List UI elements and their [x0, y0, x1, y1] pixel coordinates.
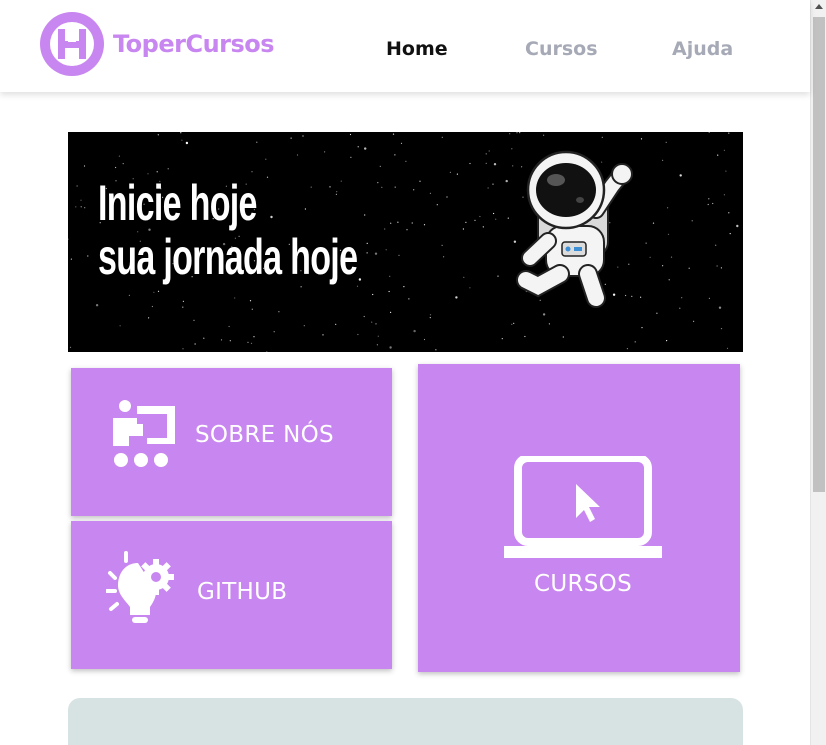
scrollbar-thumb[interactable]: [813, 17, 825, 492]
about-card-label: SOBRE NÓS: [195, 422, 334, 448]
astronaut-illustration: [516, 150, 633, 308]
hero-line-2: sua jornada hoje: [98, 229, 358, 285]
nav-cursos[interactable]: Cursos: [525, 38, 598, 60]
brand-name[interactable]: ToperCursos: [113, 30, 275, 58]
nav-ajuda[interactable]: Ajuda: [672, 38, 733, 60]
brand-logo-icon[interactable]: [40, 12, 104, 76]
github-card[interactable]: GITHUB: [71, 521, 392, 669]
github-card-label: GITHUB: [197, 579, 288, 605]
scroll-up-icon[interactable]: [815, 4, 823, 9]
laptop-cursor-icon: [504, 456, 662, 558]
hero-headline: Inicie hoje sua jornada hoje: [98, 175, 358, 285]
hero-line-1: Inicie hoje: [98, 175, 257, 231]
cursos-card-label: CURSOS: [534, 571, 632, 597]
vertical-scrollbar[interactable]: [810, 0, 826, 745]
cursos-card[interactable]: CURSOS: [418, 364, 740, 672]
idea-gear-icon: [106, 551, 174, 623]
about-card[interactable]: SOBRE NÓS: [71, 368, 392, 516]
hero-banner: Inicie hoje sua jornada hoje: [68, 132, 743, 352]
content-panel: [68, 698, 743, 745]
nav-home[interactable]: Home: [386, 38, 448, 60]
site-header: ToperCursos Home Cursos Ajuda: [0, 0, 810, 92]
presentation-icon: [113, 400, 175, 467]
